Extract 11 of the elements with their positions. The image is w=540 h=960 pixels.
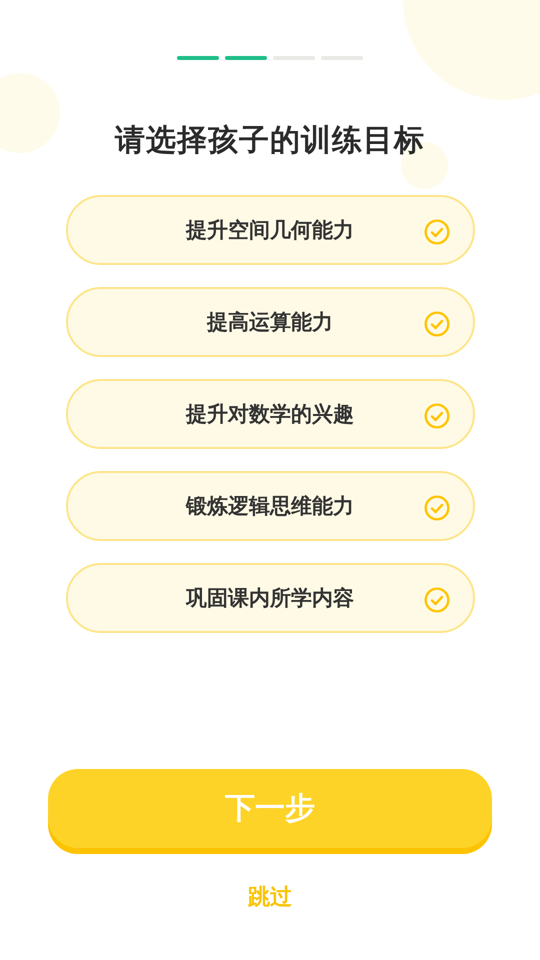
goal-option[interactable]: 提升对数学的兴趣 [66,379,474,449]
goal-option[interactable]: 提升空间几何能力 [66,195,474,265]
check-icon [424,495,450,521]
page-title: 请选择孩子的训练目标 [115,123,425,159]
goal-option[interactable]: 提高运算能力 [66,287,474,357]
goal-option[interactable]: 巩固课内所学内容 [66,563,474,633]
check-icon [424,403,450,429]
check-icon [424,311,450,337]
goal-option[interactable]: 锻炼逻辑思维能力 [66,471,474,541]
check-icon [424,587,450,613]
check-icon [424,219,450,245]
